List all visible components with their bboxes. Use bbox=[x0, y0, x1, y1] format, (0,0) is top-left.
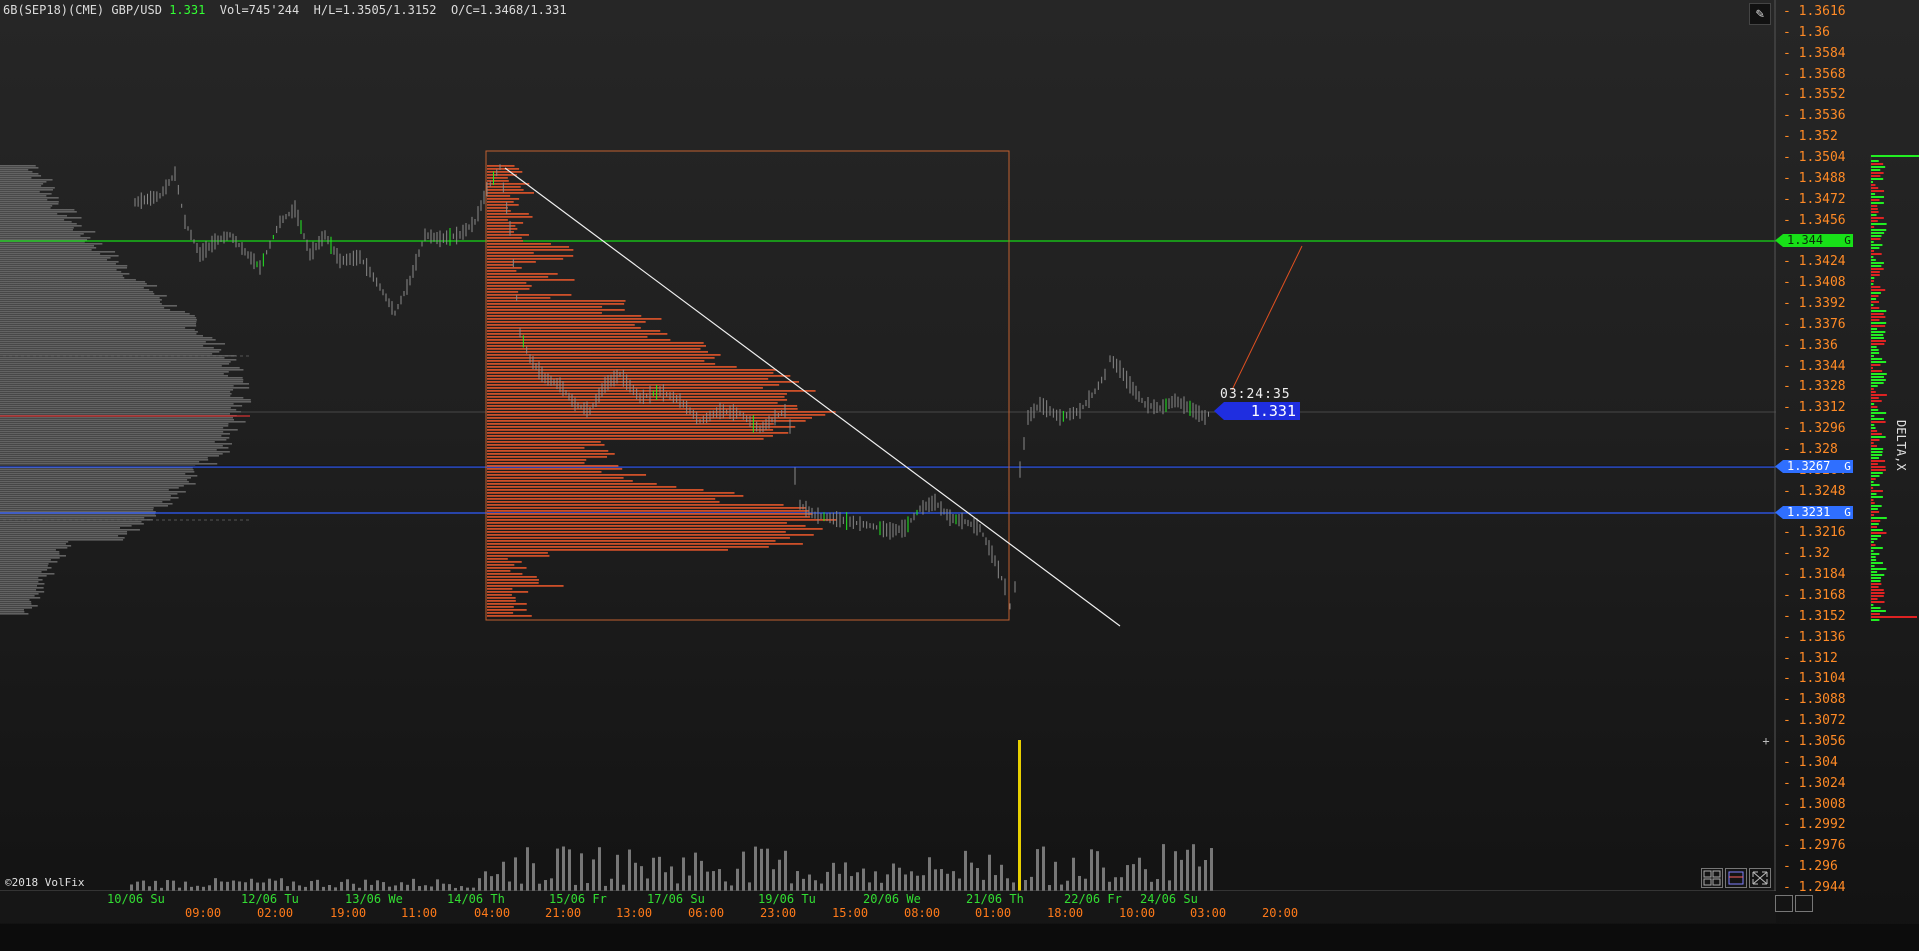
date-label: 12/06 Tu bbox=[241, 892, 299, 906]
current-price-tag: 1.331 bbox=[1214, 402, 1300, 420]
price-label: - 1.2976 bbox=[1783, 838, 1846, 854]
price-chart[interactable] bbox=[0, 0, 1776, 891]
date-label: 19/06 Tu bbox=[758, 892, 816, 906]
instrument-name: 6B(SEP18)(CME) GBP/USD bbox=[3, 3, 162, 17]
price-label: - 1.3392 bbox=[1783, 296, 1846, 311]
price-label: - 1.3552 bbox=[1783, 87, 1846, 103]
price-label: - 1.328 bbox=[1783, 442, 1838, 457]
trendline-orange[interactable] bbox=[1231, 245, 1303, 391]
price-label: - 1.3216 bbox=[1783, 525, 1846, 541]
date-label: 10/06 Su bbox=[107, 892, 165, 906]
price-label: - 1.3408 bbox=[1783, 275, 1846, 291]
pencil-icon[interactable]: ✎ bbox=[1749, 3, 1771, 25]
price-label: - 1.3584 bbox=[1783, 45, 1846, 61]
date-label: 20/06 We bbox=[863, 892, 921, 906]
time-label: 21:00 bbox=[545, 906, 582, 920]
session-stats: Vol=745'244 H/L=1.3505/1.3152 O/C=1.3468… bbox=[219, 3, 567, 17]
time-label: 18:00 bbox=[1047, 906, 1084, 920]
price-label: - 1.3152 bbox=[1783, 608, 1846, 624]
time-label: 15:00 bbox=[832, 906, 869, 920]
date-label: 14/06 Th bbox=[447, 892, 505, 906]
volume-bars bbox=[130, 844, 1213, 891]
left-volume-profile bbox=[0, 165, 252, 615]
time-label: 10:00 bbox=[1119, 906, 1156, 920]
price-label: - 1.2992 bbox=[1783, 817, 1846, 833]
chart-header: 6B(SEP18)(CME) GBP/USD 1.331 Vol=745'244… bbox=[3, 3, 567, 17]
date-label: 21/06 Th bbox=[966, 892, 1024, 906]
price-label: - 1.336 bbox=[1783, 337, 1838, 353]
time-label: 02:00 bbox=[257, 906, 294, 920]
layout-icon[interactable] bbox=[1725, 868, 1747, 888]
volume-spike bbox=[1018, 740, 1021, 891]
price-label: - 1.3456 bbox=[1783, 212, 1846, 228]
price-label: - 1.3424 bbox=[1783, 254, 1846, 270]
price-label: - 1.3616 bbox=[1783, 4, 1846, 19]
price-label: - 1.3504 bbox=[1783, 150, 1846, 165]
time-label: 23:00 bbox=[760, 906, 797, 920]
delta-histogram bbox=[1870, 155, 1919, 621]
price-label: - 1.312 bbox=[1783, 650, 1838, 666]
price-label: - 1.3344 bbox=[1783, 358, 1846, 374]
date-label: 22/06 Fr bbox=[1064, 892, 1122, 906]
price-label: - 1.3568 bbox=[1783, 66, 1846, 82]
price-label: - 1.296 bbox=[1783, 859, 1838, 875]
price-label: - 1.352 bbox=[1783, 129, 1838, 145]
price-label: - 1.3184 bbox=[1783, 567, 1846, 583]
copyright-label: ©2018 VolFix bbox=[5, 876, 85, 889]
time-label: 13:00 bbox=[616, 906, 653, 920]
delta-label: DELTA,X bbox=[1894, 420, 1908, 471]
trading-chart-window: 6B(SEP18)(CME) GBP/USD 1.331 Vol=745'244… bbox=[0, 0, 1919, 951]
time-label: 04:00 bbox=[474, 906, 511, 920]
bar-timer: 03:24:35 bbox=[1220, 387, 1291, 402]
price-label: - 1.3088 bbox=[1783, 692, 1846, 708]
price-label: - 1.304 bbox=[1783, 754, 1838, 770]
price-label: - 1.3008 bbox=[1783, 796, 1846, 812]
time-label: 11:00 bbox=[401, 906, 438, 920]
panel-toggle-left[interactable] bbox=[1775, 895, 1793, 912]
date-label: 24/06 Su bbox=[1140, 892, 1198, 906]
panel-toggle-right[interactable] bbox=[1795, 895, 1813, 912]
status-bar bbox=[0, 924, 1919, 951]
last-price: 1.331 bbox=[169, 3, 206, 17]
crosshair-icon[interactable]: + bbox=[1759, 734, 1773, 748]
range-volume-profile bbox=[487, 165, 837, 617]
price-label: - 1.3376 bbox=[1783, 316, 1846, 332]
price-label: - 1.32 bbox=[1783, 546, 1830, 562]
date-label: 13/06 We bbox=[345, 892, 403, 906]
price-candles bbox=[134, 164, 1209, 610]
price-label: - 1.3136 bbox=[1783, 629, 1846, 645]
grid-icon[interactable] bbox=[1701, 868, 1723, 888]
price-label: - 1.3296 bbox=[1783, 421, 1846, 437]
price-label: - 1.3248 bbox=[1783, 483, 1846, 499]
time-label: 03:00 bbox=[1190, 906, 1227, 920]
time-label: 20:00 bbox=[1262, 906, 1299, 920]
price-label: - 1.3472 bbox=[1783, 191, 1846, 207]
price-label: - 1.3536 bbox=[1783, 108, 1846, 124]
price-label: - 1.3056 bbox=[1783, 734, 1846, 749]
time-label: 19:00 bbox=[330, 906, 367, 920]
price-label: - 1.2944 bbox=[1783, 880, 1846, 895]
level-tag[interactable]: 1.344 bbox=[1775, 234, 1842, 247]
price-label: - 1.3488 bbox=[1783, 170, 1846, 186]
price-label: - 1.3168 bbox=[1783, 588, 1846, 603]
price-label: - 1.3328 bbox=[1783, 379, 1846, 395]
level-tag[interactable]: 1.3267 bbox=[1775, 460, 1842, 473]
time-label: 01:00 bbox=[975, 906, 1012, 920]
level-tag[interactable]: 1.3231 bbox=[1775, 506, 1842, 519]
price-label: - 1.3024 bbox=[1783, 775, 1846, 791]
time-label: 09:00 bbox=[185, 906, 222, 920]
time-axis[interactable]: 10/06 Su 12/06 Tu 13/06 We 14/06 Th 15/06 Fr… bbox=[0, 891, 1776, 923]
time-label: 06:00 bbox=[688, 906, 725, 920]
price-label: - 1.3104 bbox=[1783, 671, 1846, 687]
time-label: 08:00 bbox=[904, 906, 941, 920]
date-label: 15/06 Fr bbox=[549, 892, 607, 906]
price-label: - 1.3072 bbox=[1783, 713, 1846, 729]
date-label: 17/06 Su bbox=[647, 892, 705, 906]
price-label: - 1.36 bbox=[1783, 24, 1830, 40]
price-label: - 1.3312 bbox=[1783, 400, 1846, 416]
expand-icon[interactable] bbox=[1749, 868, 1771, 888]
